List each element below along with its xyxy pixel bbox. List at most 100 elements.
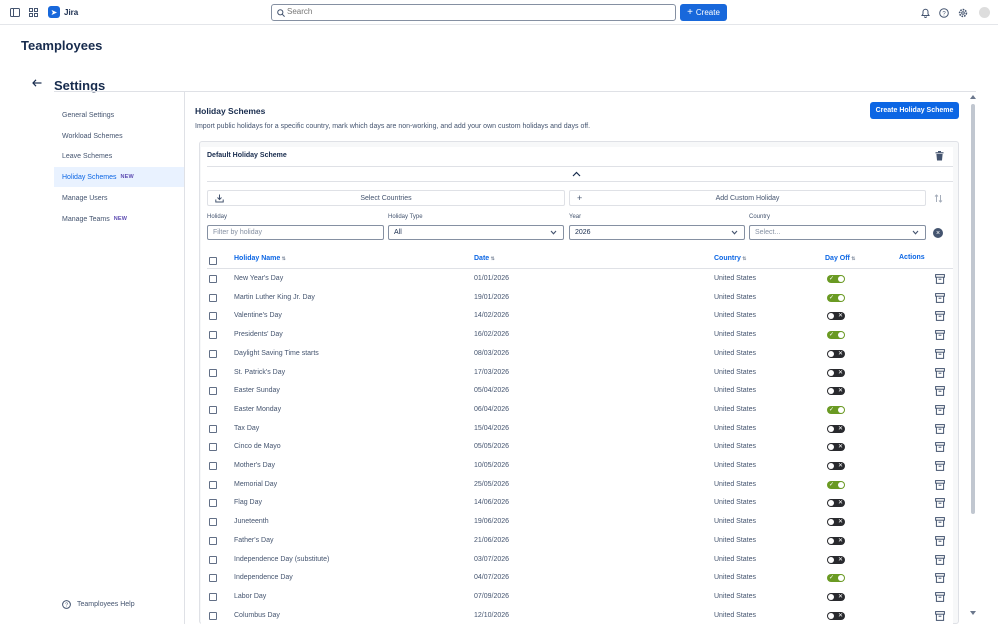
column-header-holiday-name[interactable]: Holiday Name ⇅: [234, 255, 286, 262]
row-checkbox[interactable]: [209, 555, 217, 564]
table-row: Independence Day 04/07/2026 United States ✓: [0, 569, 998, 587]
column-header-country[interactable]: Country ⇅: [714, 255, 746, 262]
day-off-toggle[interactable]: ✓: [827, 293, 845, 302]
product-name[interactable]: Jira: [64, 8, 78, 17]
archive-icon[interactable]: [935, 610, 945, 623]
select-countries-button[interactable]: Select Countries: [207, 190, 565, 206]
scrollbar-thumb[interactable]: [971, 104, 975, 514]
row-checkbox[interactable]: [209, 312, 217, 321]
row-checkbox[interactable]: [209, 405, 217, 414]
delete-trash-icon[interactable]: [935, 151, 944, 163]
day-off-toggle[interactable]: ✕: [827, 368, 845, 377]
day-off-toggle[interactable]: ✕: [827, 462, 845, 470]
day-off-toggle[interactable]: ✕: [827, 536, 845, 545]
country-select[interactable]: Select...: [749, 225, 926, 240]
archive-icon[interactable]: [935, 292, 945, 305]
day-off-toggle[interactable]: ✕: [827, 443, 845, 452]
archive-icon[interactable]: [935, 274, 945, 286]
search-field[interactable]: [271, 4, 676, 21]
collapse-chevron-up-icon[interactable]: [572, 171, 581, 179]
archive-icon[interactable]: [935, 330, 945, 342]
help-icon[interactable]: ?: [938, 7, 949, 18]
search-input[interactable]: [287, 7, 587, 16]
row-checkbox[interactable]: [209, 536, 217, 545]
day-off-toggle[interactable]: ✕: [827, 424, 845, 433]
archive-icon[interactable]: [935, 554, 945, 567]
archive-icon[interactable]: [935, 348, 945, 361]
row-checkbox[interactable]: [209, 275, 217, 283]
vertical-scrollbar[interactable]: [969, 94, 977, 616]
column-header-date[interactable]: Date ⇅: [474, 255, 495, 262]
day-off-toggle[interactable]: ✕: [827, 555, 845, 564]
day-off-toggle[interactable]: ✓: [827, 480, 845, 489]
clear-filters-icon[interactable]: ×: [933, 228, 943, 238]
archive-icon[interactable]: [935, 442, 945, 454]
archive-icon[interactable]: [935, 498, 945, 510]
archive-icon[interactable]: [935, 517, 945, 529]
sidebar-toggle-icon[interactable]: [9, 7, 20, 18]
row-checkbox[interactable]: [209, 480, 217, 489]
scheme-name: Default Holiday Scheme: [207, 152, 287, 159]
add-custom-holiday-button[interactable]: + Add Custom Holiday: [569, 190, 926, 206]
day-off-toggle[interactable]: ✕: [827, 387, 845, 396]
sidebar-item-leave-schemes[interactable]: Leave Schemes: [54, 146, 184, 166]
day-off-toggle[interactable]: ✕: [827, 499, 845, 508]
archive-icon[interactable]: [935, 311, 945, 323]
archive-icon[interactable]: [935, 367, 945, 380]
day-off-toggle[interactable]: ✓: [827, 331, 845, 340]
archive-icon[interactable]: [935, 479, 945, 492]
create-label: Create: [695, 8, 720, 17]
day-off-toggle[interactable]: ✕: [827, 592, 845, 601]
row-checkbox[interactable]: [209, 293, 217, 302]
day-off-toggle[interactable]: ✕: [827, 349, 845, 358]
sidebar-item-manage-teams[interactable]: Manage Teams NEW: [54, 209, 184, 229]
select-all-checkbox[interactable]: [209, 257, 217, 265]
jira-logo-icon[interactable]: ➤: [48, 6, 60, 18]
column-header-day-off[interactable]: Day Off ⇅: [825, 255, 856, 262]
notifications-bell-icon[interactable]: [920, 7, 931, 18]
row-checkbox[interactable]: [209, 611, 217, 620]
create-holiday-scheme-button[interactable]: Create Holiday Scheme: [870, 102, 959, 119]
scroll-up-arrow-icon[interactable]: [969, 94, 977, 100]
row-checkbox[interactable]: [209, 592, 217, 601]
avatar[interactable]: [979, 7, 990, 18]
sidebar-item-holiday-schemes[interactable]: Holiday Schemes NEW: [54, 167, 184, 187]
create-button[interactable]: + Create: [680, 4, 727, 21]
row-checkbox[interactable]: [209, 518, 217, 527]
day-off-toggle[interactable]: ✕: [827, 312, 845, 321]
row-checkbox[interactable]: [209, 424, 217, 433]
day-off-toggle[interactable]: ✓: [827, 574, 845, 583]
row-checkbox[interactable]: [209, 368, 217, 377]
row-checkbox[interactable]: [209, 331, 217, 340]
archive-icon[interactable]: [935, 404, 945, 417]
settings-gear-icon[interactable]: [957, 7, 968, 18]
day-off-toggle[interactable]: ✕: [827, 611, 845, 620]
row-checkbox[interactable]: [209, 499, 217, 508]
archive-icon[interactable]: [935, 423, 945, 436]
archive-icon[interactable]: [935, 461, 945, 473]
scroll-down-arrow-icon[interactable]: [969, 610, 977, 616]
year-select[interactable]: 2026: [569, 225, 745, 240]
archive-icon[interactable]: [935, 535, 945, 548]
day-off-toggle[interactable]: ✓: [827, 275, 845, 283]
sidebar-item-workload-schemes[interactable]: Workload Schemes: [54, 126, 184, 146]
archive-icon[interactable]: [935, 591, 945, 604]
back-arrow-icon[interactable]: [32, 79, 42, 89]
holiday-filter-input[interactable]: Filter by holiday: [207, 225, 384, 240]
row-checkbox[interactable]: [209, 387, 217, 396]
sidebar-item-label: Manage Teams: [62, 215, 110, 223]
holiday-type-select[interactable]: All: [388, 225, 564, 240]
day-off-toggle[interactable]: ✓: [827, 405, 845, 414]
day-off-toggle[interactable]: ✕: [827, 518, 845, 527]
row-checkbox[interactable]: [209, 349, 217, 358]
row-checkbox[interactable]: [209, 462, 217, 470]
row-checkbox[interactable]: [209, 443, 217, 452]
app-switcher-icon[interactable]: [28, 7, 39, 18]
archive-icon[interactable]: [935, 573, 945, 585]
sort-order-icon[interactable]: [930, 190, 947, 206]
row-checkbox[interactable]: [209, 574, 217, 583]
table-row: Labor Day 07/09/2026 United States ✕: [0, 588, 998, 606]
sidebar-item-manage-users[interactable]: Manage Users: [54, 188, 184, 208]
sidebar-item-general-settings[interactable]: General Settings: [54, 105, 184, 125]
archive-icon[interactable]: [935, 386, 945, 398]
